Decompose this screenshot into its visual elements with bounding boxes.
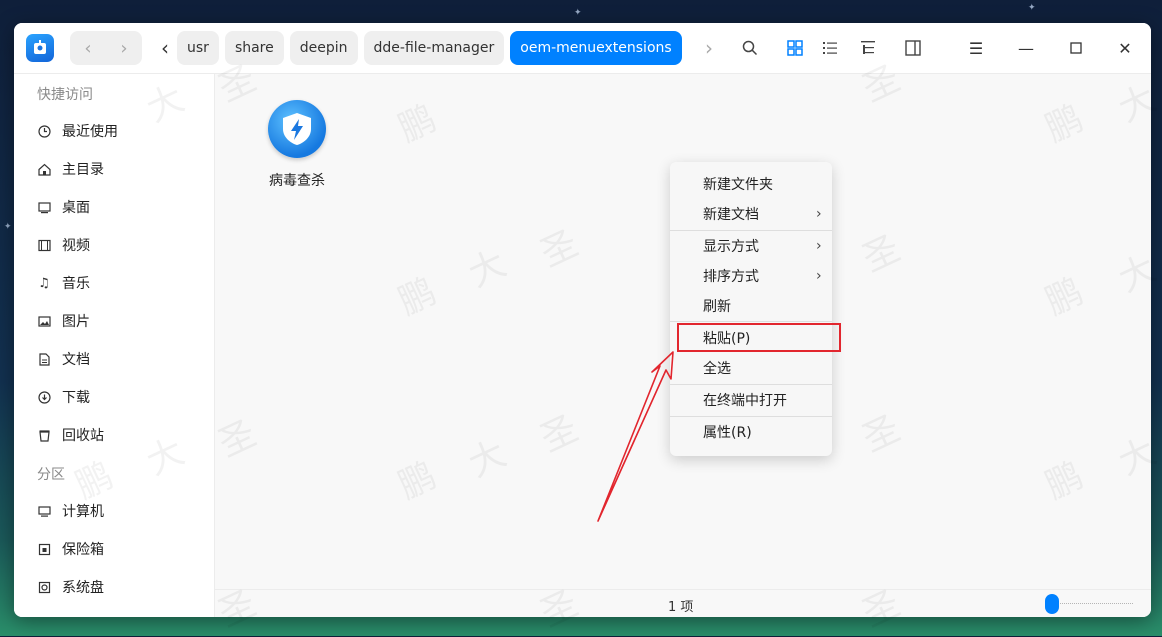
annotation-arrow: [597, 351, 674, 522]
